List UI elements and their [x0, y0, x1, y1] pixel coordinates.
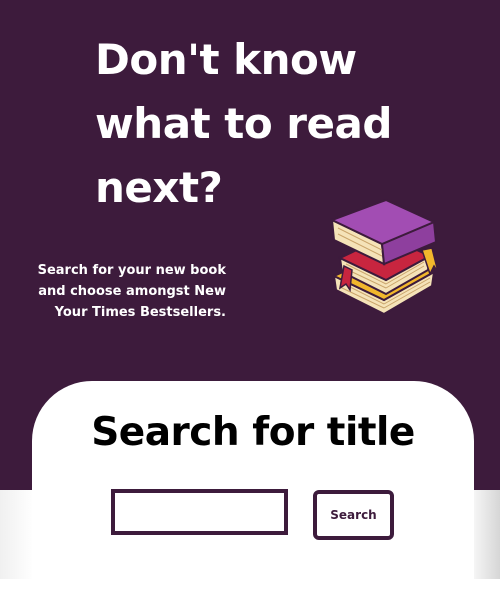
hero-subtext: Search for your new book and choose amon… [37, 263, 226, 320]
book-stack-icon [329, 198, 439, 316]
search-button[interactable]: Search [313, 490, 394, 540]
search-input[interactable] [111, 489, 288, 535]
hero-headline: Don't know what to read next? [95, 35, 392, 212]
search-card: Search for title Search [32, 381, 474, 601]
search-title: Search for title [91, 410, 415, 455]
page-edge-left [0, 490, 34, 579]
